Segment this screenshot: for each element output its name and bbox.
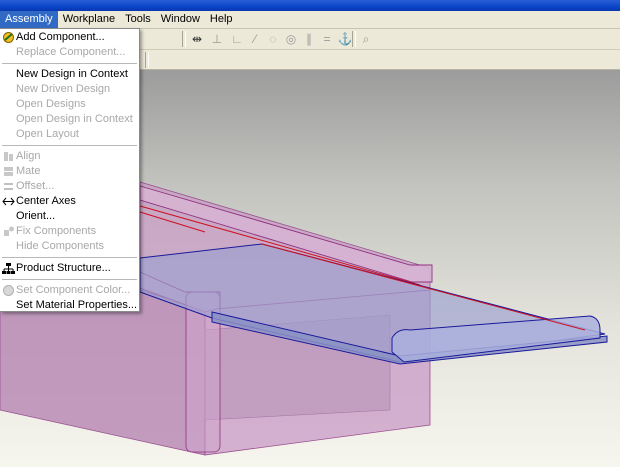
menu-window[interactable]: Window: [156, 11, 205, 28]
menu-bar: Assembly Workplane Tools Window Help: [0, 11, 620, 29]
menu-separator: [2, 145, 137, 146]
menu-item-label: Fix Components: [16, 225, 97, 237]
assembly-menu-dropdown: Add Component... Replace Component... New …: [0, 28, 140, 312]
toolbar-separator: [145, 52, 149, 68]
menu-tools[interactable]: Tools: [120, 11, 156, 28]
menu-item-new-driven-design[interactable]: New Driven Design: [0, 82, 139, 97]
channel-body-left-face: [0, 289, 206, 456]
search-icon[interactable]: ⌕: [357, 30, 375, 48]
menu-item-open-layout[interactable]: Open Layout: [0, 127, 139, 142]
center-axes-icon: [2, 195, 15, 208]
menu-item-mate[interactable]: Mate: [0, 164, 139, 179]
menu-item-label: Add Component...: [16, 31, 105, 43]
perpendicular-icon[interactable]: ∟: [228, 30, 246, 48]
menu-item-product-structure[interactable]: Product Structure...: [0, 261, 139, 276]
dimension-tool-icon[interactable]: ⇹: [188, 30, 206, 48]
menu-item-label: New Driven Design: [16, 83, 111, 95]
tangent-icon[interactable]: ◌: [264, 30, 282, 48]
menu-item-label: Center Axes: [16, 195, 76, 207]
menu-item-offset[interactable]: Offset...: [0, 179, 139, 194]
menu-workplane[interactable]: Workplane: [58, 11, 120, 28]
product-structure-icon: [2, 262, 15, 275]
menu-item-set-material-properties[interactable]: Set Material Properties...: [0, 298, 139, 313]
menu-item-label: Product Structure...: [16, 262, 111, 274]
menu-item-label: Set Material Properties...: [16, 299, 138, 311]
concentric-icon[interactable]: ◎: [282, 30, 300, 48]
menu-item-label: Set Component Color...: [16, 284, 131, 296]
align-icon: [2, 150, 15, 163]
menu-separator: [2, 279, 137, 280]
line-icon[interactable]: ⁄: [246, 30, 264, 48]
menu-item-replace-component[interactable]: Replace Component...: [0, 45, 139, 60]
menu-item-orient[interactable]: Orient...: [0, 209, 139, 224]
toolbar-separator: [182, 31, 186, 47]
menu-item-label: Open Layout: [16, 128, 79, 140]
menu-item-hide-components[interactable]: Hide Components: [0, 239, 139, 254]
menu-separator: [2, 63, 137, 64]
menu-item-add-component[interactable]: Add Component...: [0, 30, 139, 45]
menu-item-center-axes[interactable]: Center Axes: [0, 194, 139, 209]
window-title-bar: [0, 0, 620, 11]
equal-icon[interactable]: =: [318, 30, 336, 48]
menu-item-label: Replace Component...: [16, 46, 126, 58]
add-component-icon: [2, 31, 15, 44]
toolbar-separator: [352, 31, 356, 47]
fix-components-icon: [2, 225, 15, 238]
menu-item-label: Open Design in Context: [16, 113, 133, 125]
menu-item-align[interactable]: Align: [0, 149, 139, 164]
mate-icon: [2, 165, 15, 178]
component-color-icon: [2, 284, 15, 297]
menu-item-label: Hide Components: [16, 240, 105, 252]
menu-item-open-design-in-context[interactable]: Open Design in Context: [0, 112, 139, 127]
menu-help[interactable]: Help: [205, 11, 238, 28]
constraint-icon[interactable]: ⊥: [208, 30, 226, 48]
menu-item-label: Orient...: [16, 210, 56, 222]
offset-icon: [2, 180, 15, 193]
menu-item-label: Offset...: [16, 180, 55, 192]
menu-assembly[interactable]: Assembly: [0, 11, 58, 28]
menu-item-label: Open Designs: [16, 98, 86, 110]
menu-item-new-design-in-context[interactable]: New Design in Context: [0, 67, 139, 82]
menu-item-label: Align: [16, 150, 41, 162]
parallel-icon[interactable]: ∥: [300, 30, 318, 48]
menu-item-set-component-color[interactable]: Set Component Color...: [0, 283, 139, 298]
menu-separator: [2, 257, 137, 258]
menu-item-open-designs[interactable]: Open Designs: [0, 97, 139, 112]
menu-item-fix-components[interactable]: Fix Components: [0, 224, 139, 239]
menu-item-label: New Design in Context: [16, 68, 128, 80]
menu-item-label: Mate: [16, 165, 41, 177]
